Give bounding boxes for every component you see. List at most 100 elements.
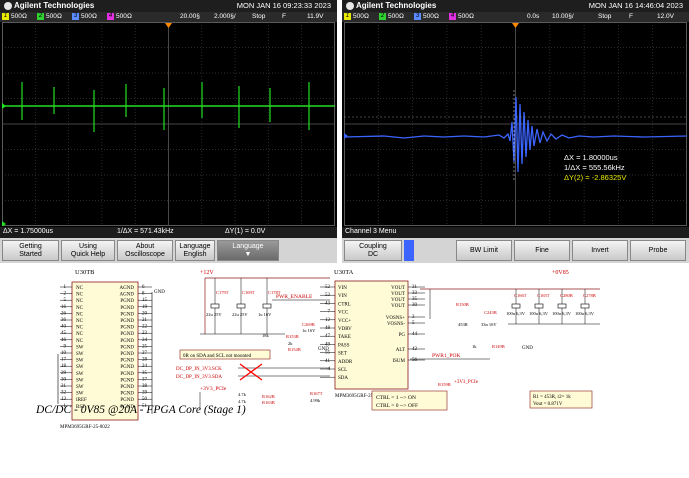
softkey-fine[interactable]: Fine	[514, 240, 570, 261]
u30tb-pin-number: 6	[142, 285, 145, 290]
measurement-delta-x: ΔX = 1.80000us	[564, 153, 618, 162]
channel-3-indicator[interactable]: 3	[414, 13, 421, 20]
u30tb-pin-number: 34	[142, 364, 148, 369]
u30tb-pin-number: 5	[64, 298, 67, 303]
u30tb-pin-label: PGND	[120, 392, 134, 397]
scope-datetime: MON JAN 16 09:23:33 2023	[236, 1, 331, 10]
u30ta-ref: U30TA	[334, 269, 354, 276]
input-capacitor: C169T 22u 25V	[232, 290, 255, 317]
timebase: 10.00§/	[552, 13, 574, 20]
capacitor-value: 22u 25V	[206, 312, 222, 317]
net-3v3-pcie: +3V3_PCIe	[200, 386, 227, 392]
softkey-invert[interactable]: Invert	[572, 240, 628, 261]
u30tb-pin-label: NC	[76, 293, 84, 298]
channel-bar: 1 500Ω 2 500Ω 3 500Ω 4 500Ω 20.00§ 2.000§/ S…	[0, 12, 337, 22]
power-input-label: +12V	[200, 270, 214, 276]
softkey-bar: Getting Started Using Quick Help About Osci…	[0, 238, 337, 263]
u30ta-pin-number: 42	[412, 347, 418, 352]
u30ta-pin-number: 41	[325, 359, 331, 364]
brand-title: Agilent Technologies	[356, 1, 437, 10]
softkey-coupling[interactable]: Coupling DC	[344, 240, 402, 261]
r153b-ref: R153B	[286, 334, 299, 339]
output-capacitor: C165T100u 6,3V	[529, 293, 550, 317]
channel-3-indicator[interactable]: 3	[72, 13, 79, 20]
channel-1-indicator[interactable]: 1	[344, 13, 351, 20]
trigger-level: 11.9V	[307, 13, 324, 20]
channel-2-indicator[interactable]: 2	[379, 13, 386, 20]
c269b-ref: C269B	[302, 322, 315, 327]
r149b-val: 1k	[472, 344, 477, 349]
channel-4-indicator[interactable]: 4	[107, 13, 114, 20]
channel-1-indicator[interactable]: 1	[2, 13, 9, 20]
u30tb-pin-label: PGND	[120, 332, 134, 337]
u30tb-pin-label: NC	[76, 339, 84, 344]
inverse-delta-x-readout: 1/ΔX = 571.43kHz	[117, 228, 174, 235]
u30tb-pin-number: 13	[61, 397, 67, 402]
u30tb-pin-number: 45	[61, 331, 67, 336]
u30tb-pin-label: PGND	[120, 365, 134, 370]
channel-2-indicator[interactable]: 2	[37, 13, 44, 20]
note-ctrl: CTRL = 1 --> ON CTRL = 0 --> OFF	[371, 390, 448, 411]
u30tb-pin-label: SW	[76, 378, 84, 383]
softkey-getting-started[interactable]: Getting Started	[2, 240, 59, 261]
u30tb-ref: U30TB	[75, 269, 95, 276]
u30tb-part: MPM3695GRF-25-0022	[60, 425, 110, 430]
u30ta-pin-number: 3	[412, 315, 415, 320]
input-capacitor-symbol	[236, 303, 246, 309]
ic-u30ta: U30TA VIN 52 VIN 53 CTRL 43 VCC 7 VCC+ 12 VDRV 48 TA…	[320, 269, 425, 399]
net-pwr1-pok: PWR1_POK	[432, 353, 460, 359]
softkey-sublabel: Started	[19, 251, 42, 258]
u30tb-pin-label: PGND	[120, 352, 134, 357]
softkey-label: Language	[179, 243, 211, 250]
softkey-about-oscilloscope[interactable]: About Oscilloscope	[117, 240, 173, 261]
u30tb-pin-number: 23	[142, 331, 148, 336]
u30tb-pin-label: PGND	[120, 326, 134, 331]
oscilloscope-screen-1: Agilent Technologies MON JAN 16 09:23:33…	[0, 0, 337, 263]
u30tb-pin-number: 32	[61, 391, 67, 396]
input-capacitor-symbol	[262, 303, 272, 309]
note-vout-text: Vout = 0.871V	[533, 402, 563, 407]
u30tb-pin-number: 15	[142, 298, 148, 303]
output-capacitor-symbol	[557, 303, 567, 309]
menu-title: Channel 3 Menu	[345, 228, 397, 235]
net-i2c-scl: DC_DP_IN_3V3.SCK	[176, 367, 222, 372]
u30ta-pin-label: VIN	[338, 286, 347, 291]
softkey-label: Getting	[19, 243, 42, 250]
u30ta-pin-label: VOUT	[391, 298, 405, 303]
u30tb-pin-number: 16	[61, 305, 67, 310]
u30tb-pin-number: 1	[64, 285, 67, 290]
trigger-level: 12.0V	[657, 13, 674, 20]
u30tb-pin-label: NC	[76, 299, 84, 304]
softkey-sublabel: Quick Help	[70, 251, 106, 258]
r159b-ref: R159B	[438, 382, 451, 387]
u30tb-pin-label: PGND	[120, 398, 134, 403]
net-3v3-pcie-2: +3V3_PCIe	[454, 380, 479, 385]
chevron-down-icon: ▼	[244, 251, 252, 258]
r167t-ref: R167T	[310, 391, 323, 396]
u30ta-pin-label: CTRL	[338, 302, 351, 307]
gnd-label-2: GND	[522, 346, 533, 351]
u30tb-pin-number: 21	[142, 318, 148, 323]
u30tb-pin-label: PGND	[120, 319, 134, 324]
u30tb-pin-number: 26	[61, 311, 67, 316]
switching-spikes	[21, 82, 310, 132]
channel-4-scale: 500Ω	[116, 13, 132, 20]
u30ta-pin-number: 47	[325, 334, 331, 339]
channel-1-scale: 500Ω	[353, 13, 369, 20]
softkey-bw-limit[interactable]: BW Limit	[456, 240, 512, 261]
channel-4-indicator[interactable]: 4	[449, 13, 456, 20]
u30tb-pin-label: NC	[76, 312, 84, 317]
channel-3-ground-marker-icon	[344, 133, 348, 139]
softkey-language-menu[interactable]: Language ▼	[217, 240, 279, 261]
time-offset: 20.00§	[180, 13, 200, 20]
softkey-language-english[interactable]: Language English	[175, 240, 215, 261]
output-capacitor-symbol	[534, 303, 544, 309]
delta-x-readout: ΔX = 1.75000us	[3, 228, 54, 235]
capacitor-value: 22u 25V	[232, 312, 248, 317]
softkey-probe[interactable]: Probe	[630, 240, 686, 261]
softkey-quick-help[interactable]: Using Quick Help	[61, 240, 115, 261]
output-capacitor-symbol	[580, 303, 590, 309]
channel-3-scale: 500Ω	[81, 13, 97, 20]
coupling-rotate-icon	[404, 240, 414, 261]
run-state: Stop	[598, 13, 612, 20]
